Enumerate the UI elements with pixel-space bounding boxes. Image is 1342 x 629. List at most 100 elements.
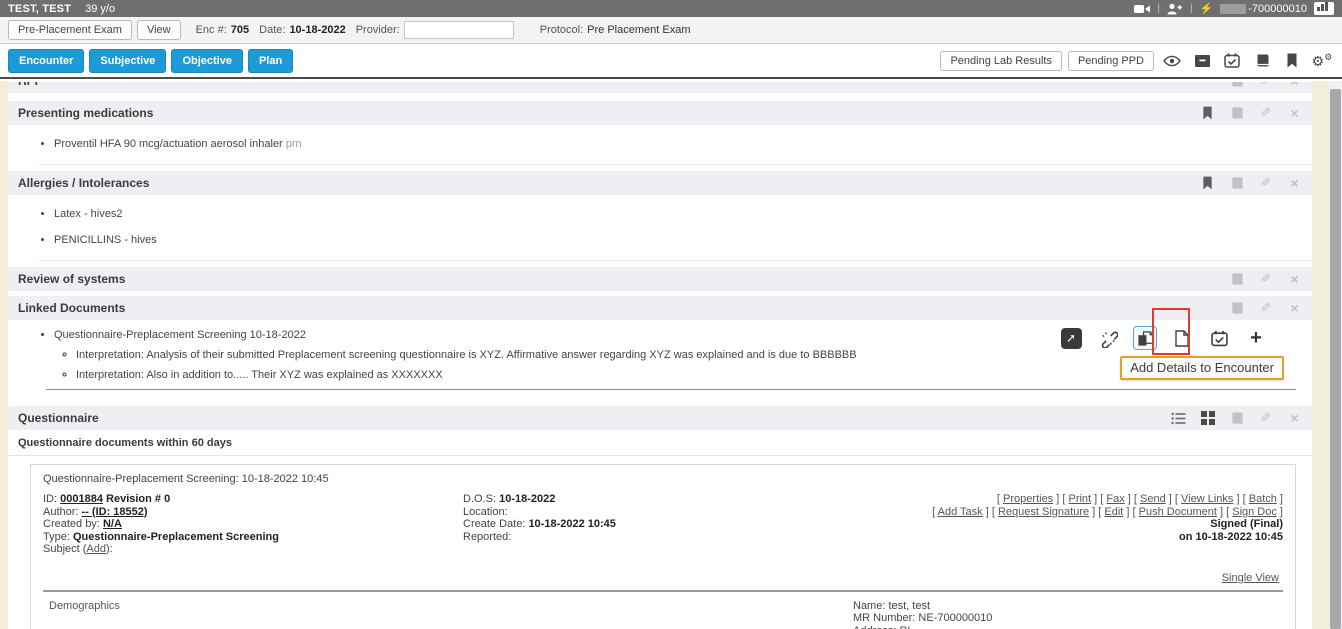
medication-item: Proventil HFA 90 mcg/actuation aerosol i… — [54, 138, 1312, 150]
allergy-item: PENICILLINS - hives — [54, 234, 1312, 246]
edit-pencil-icon[interactable]: ✎ — [1258, 411, 1273, 426]
patient-header-bar: TEST, TEST 39 y/o | | ⚡ -700000010 — [0, 0, 1342, 17]
subject-add-link[interactable]: Add — [86, 543, 106, 555]
single-view-link[interactable]: Single View — [1222, 572, 1279, 584]
provider-label: Provider: — [356, 24, 400, 36]
bookmark-icon[interactable] — [1200, 176, 1215, 191]
section-title: Allergies / Intolerances — [18, 176, 149, 190]
patient-name: TEST, TEST — [8, 3, 71, 15]
author-link[interactable]: -- (ID: 18552) — [82, 506, 148, 518]
view-links-link[interactable]: View Links — [1181, 493, 1233, 505]
document-id-link[interactable]: 0001884 — [60, 493, 103, 505]
remove-section-icon[interactable]: × — [1287, 411, 1302, 426]
video-camera-icon[interactable] — [1134, 3, 1150, 15]
request-signature-link[interactable]: Request Signature — [998, 506, 1089, 518]
export-document-icon[interactable]: ➚ — [1059, 326, 1083, 350]
merge-book-icon[interactable] — [1229, 411, 1244, 426]
lightning-icon[interactable]: ⚡ — [1200, 2, 1214, 15]
bookmark-icon[interactable] — [1200, 106, 1215, 121]
scrollbar-thumb[interactable] — [1330, 89, 1341, 629]
vertical-scrollbar[interactable] — [1329, 81, 1342, 629]
book-icon[interactable] — [1250, 50, 1274, 72]
add-task-link[interactable]: Add Task — [938, 506, 983, 518]
archive-box-icon[interactable] — [1190, 50, 1214, 72]
print-link[interactable]: Print — [1068, 493, 1091, 505]
unlink-document-icon[interactable] — [1096, 326, 1120, 350]
edit-pencil-icon[interactable]: ✎ — [1258, 82, 1273, 89]
document-title: Questionnaire-Preplacement Screening: 10… — [43, 473, 1283, 485]
progress-note: HPI ✎ × Presenting medications ✎ × — [8, 81, 1312, 629]
section-hpi-clipped: HPI ✎ × — [8, 82, 1312, 96]
properties-link[interactable]: Properties — [1003, 493, 1053, 505]
section-review-of-systems: Review of systems ✎ × — [8, 267, 1312, 296]
settings-gears-icon[interactable]: ⚙⚙ — [1310, 50, 1334, 72]
remove-section-icon[interactable]: × — [1287, 82, 1302, 89]
tab-subjective[interactable]: Subjective — [89, 49, 166, 73]
pending-ppd-button[interactable]: Pending PPD — [1068, 51, 1154, 71]
section-questionnaire: Questionnaire ✎ × Questionnaire document… — [8, 406, 1312, 629]
push-document-link[interactable]: Push Document — [1139, 506, 1217, 518]
encounter-info-bar: Pre-Placement Exam View Enc #: 705 Date:… — [0, 17, 1342, 44]
eye-icon[interactable] — [1160, 50, 1184, 72]
bookmark-icon[interactable] — [1280, 50, 1304, 72]
view-button[interactable]: View — [137, 20, 181, 40]
edit-pencil-icon[interactable]: ✎ — [1258, 176, 1273, 191]
mrn-suffix: -700000010 — [1248, 3, 1307, 15]
medication-frequency: prn — [286, 138, 302, 150]
tab-encounter[interactable]: Encounter — [8, 49, 84, 73]
demo-address: Address: RI — [853, 625, 1283, 629]
annotation-red-rectangle — [1152, 308, 1190, 355]
tab-objective[interactable]: Objective — [171, 49, 243, 73]
sign-doc-link[interactable]: Sign Doc — [1232, 506, 1277, 518]
provider-input[interactable] — [404, 21, 514, 39]
remove-section-icon[interactable]: × — [1287, 106, 1302, 121]
growth-chart-icon[interactable] — [1314, 2, 1334, 15]
demo-mr-number: MR Number: NE-700000010 — [853, 612, 1283, 625]
edit-pencil-icon[interactable]: ✎ — [1258, 301, 1273, 316]
calendar-check-icon[interactable] — [1220, 50, 1244, 72]
section-title: Review of systems — [18, 272, 125, 286]
section-allergies: Allergies / Intolerances ✎ × Latex - hiv… — [8, 171, 1312, 261]
pending-lab-results-button[interactable]: Pending Lab Results — [940, 51, 1062, 71]
section-title-hpi: HPI — [18, 82, 38, 88]
signed-status: Signed (Final) — [932, 518, 1283, 531]
merge-book-icon[interactable] — [1229, 106, 1244, 121]
section-title: Linked Documents — [18, 301, 125, 315]
edit-pencil-icon[interactable]: ✎ — [1258, 106, 1273, 121]
document-meta-left: ID: 0001884 Revision # 0 Author: -- (ID:… — [43, 493, 463, 556]
questionnaire-subtitle: Questionnaire documents within 60 days — [8, 430, 1312, 456]
remove-section-icon[interactable]: × — [1287, 301, 1302, 316]
batch-link[interactable]: Batch — [1249, 493, 1277, 505]
remove-section-icon[interactable]: × — [1287, 272, 1302, 287]
add-icon[interactable]: + — [1244, 326, 1268, 350]
demographics-block: Demographics Name: test, test MR Number:… — [43, 592, 1283, 629]
demographics-label: Demographics — [49, 600, 120, 629]
merge-book-icon[interactable] — [1229, 301, 1244, 316]
section-title: Questionnaire — [18, 411, 99, 425]
remove-section-icon[interactable]: × — [1287, 176, 1302, 191]
section-linked-documents: Linked Documents ✎ × Questionnaire-Prepl… — [8, 296, 1312, 390]
date-label: Date: — [259, 24, 285, 36]
merge-book-icon[interactable] — [1229, 82, 1244, 89]
signed-date: on 10-18-2022 10:45 — [932, 531, 1283, 544]
edit-pencil-icon[interactable]: ✎ — [1258, 272, 1273, 287]
fax-link[interactable]: Fax — [1106, 493, 1124, 505]
separator: | — [1157, 3, 1160, 14]
list-view-icon[interactable] — [1171, 411, 1186, 426]
separator: | — [1190, 3, 1193, 14]
merge-book-icon[interactable] — [1229, 272, 1244, 287]
exam-type-button[interactable]: Pre-Placement Exam — [8, 20, 132, 40]
patient-age: 39 y/o — [85, 3, 115, 15]
calendar-check-icon[interactable] — [1207, 326, 1231, 350]
tab-plan[interactable]: Plan — [248, 49, 293, 73]
section-presenting-medications: Presenting medications ✎ × Proventil HFA… — [8, 101, 1312, 165]
tooltip-add-details: Add Details to Encounter — [1120, 356, 1284, 380]
send-link[interactable]: Send — [1140, 493, 1166, 505]
add-person-icon[interactable] — [1167, 3, 1183, 15]
protocol-value: Pre Placement Exam — [587, 24, 690, 36]
protocol-label: Protocol: — [540, 24, 583, 36]
grid-view-icon[interactable] — [1200, 411, 1215, 426]
merge-book-icon[interactable] — [1229, 176, 1244, 191]
created-by-link[interactable]: N/A — [103, 518, 122, 530]
edit-link[interactable]: Edit — [1104, 506, 1123, 518]
